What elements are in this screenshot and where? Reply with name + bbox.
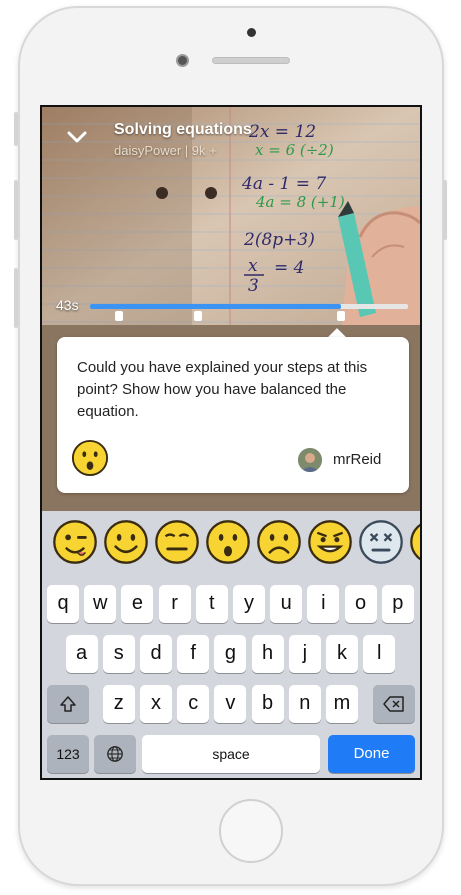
emoji-reaction-bar xyxy=(42,511,420,575)
key-d[interactable]: d xyxy=(140,635,172,673)
globe-icon[interactable] xyxy=(94,735,136,773)
phone-screen: 2x = 12 x = 6 (÷2) 4a - 1 = 7 4a = 8 (+1… xyxy=(40,105,422,780)
key-g[interactable]: g xyxy=(214,635,247,673)
key-n[interactable]: n xyxy=(288,685,321,723)
mischievous-emoji-icon[interactable] xyxy=(307,519,353,565)
key-e[interactable]: e xyxy=(121,585,154,623)
neutral-emoji-icon[interactable] xyxy=(154,519,200,565)
progress-fill xyxy=(90,304,342,309)
key-t[interactable]: t xyxy=(195,585,228,623)
author-name[interactable]: mrReid xyxy=(333,451,381,468)
winking-emoji-icon[interactable] xyxy=(52,519,98,565)
key-f[interactable]: f xyxy=(177,635,210,673)
power-button[interactable] xyxy=(443,180,447,240)
key-o[interactable]: o xyxy=(344,585,377,623)
board-line-8: = 4 xyxy=(274,258,304,278)
key-m[interactable]: m xyxy=(326,685,358,723)
onscreen-keyboard: qwertyuiop asdfghjkl zxcvbnm 123 space D… xyxy=(42,575,420,778)
video-player[interactable]: 2x = 12 x = 6 (÷2) 4a - 1 = 7 4a = 8 (+1… xyxy=(42,107,420,325)
author-avatar[interactable] xyxy=(298,448,322,472)
board-line-7: 3 xyxy=(248,276,259,296)
board-line-2: x = 6 (÷2) xyxy=(255,141,334,159)
comment-text: Could you have explained your steps at t… xyxy=(77,359,368,420)
smiling-emoji-icon[interactable] xyxy=(103,519,149,565)
volume-down-button[interactable] xyxy=(14,268,18,328)
key-c[interactable]: c xyxy=(177,685,210,723)
collapse-chevron-icon[interactable] xyxy=(64,123,90,149)
key-x[interactable]: x xyxy=(140,685,172,723)
home-button[interactable] xyxy=(219,799,283,863)
key-j[interactable]: j xyxy=(288,635,321,673)
key-r[interactable]: r xyxy=(158,585,191,623)
video-author-views[interactable]: daisyPower | 9k + xyxy=(114,143,217,158)
space-key[interactable]: space xyxy=(142,735,320,773)
key-a[interactable]: a xyxy=(65,635,98,673)
key-z[interactable]: z xyxy=(102,685,135,723)
key-y[interactable]: y xyxy=(233,585,265,623)
key-p[interactable]: p xyxy=(381,585,414,623)
comment-marker-3[interactable] xyxy=(337,311,346,321)
sad-emoji-icon[interactable] xyxy=(256,519,302,565)
board-line-4: 4a = 8 (+1) xyxy=(255,193,345,211)
surprised-emoji-icon[interactable] xyxy=(205,519,251,565)
progress-track[interactable] xyxy=(90,304,408,309)
key-b[interactable]: b xyxy=(251,685,284,723)
key-h[interactable]: h xyxy=(251,635,284,673)
backspace-key[interactable] xyxy=(373,685,415,723)
key-k[interactable]: k xyxy=(326,635,358,673)
key-i[interactable]: i xyxy=(307,585,340,623)
earpiece-speaker xyxy=(212,57,290,64)
key-w[interactable]: w xyxy=(84,585,117,623)
shift-key[interactable] xyxy=(47,685,89,723)
front-camera xyxy=(176,54,189,67)
surprised-emoji-icon[interactable] xyxy=(71,439,109,477)
board-line-3: 4a - 1 = 7 xyxy=(241,174,326,194)
dizzy-emoji-icon[interactable] xyxy=(358,519,404,565)
board-line-1: 2x = 12 xyxy=(248,122,316,142)
comment-marker-1[interactable] xyxy=(114,311,123,321)
comment-card: Could you have explained your steps at t… xyxy=(57,337,409,493)
mute-switch[interactable] xyxy=(14,112,18,146)
volume-up-button[interactable] xyxy=(14,180,18,240)
partial-emoji-icon[interactable] xyxy=(409,519,420,565)
video-frame: 2x = 12 x = 6 (÷2) 4a - 1 = 7 4a = 8 (+1… xyxy=(42,107,420,325)
key-q[interactable]: q xyxy=(47,585,79,623)
comment-marker-2[interactable] xyxy=(194,311,203,321)
video-time: 43s xyxy=(56,297,79,313)
numbers-key[interactable]: 123 xyxy=(47,735,89,773)
board-line-6: x xyxy=(248,256,258,276)
key-l[interactable]: l xyxy=(363,635,396,673)
key-u[interactable]: u xyxy=(270,585,303,623)
key-v[interactable]: v xyxy=(214,685,247,723)
done-key[interactable]: Done xyxy=(328,735,415,773)
board-line-5: 2(8p+3) xyxy=(243,230,315,250)
video-title: Solving equations xyxy=(114,121,252,138)
key-s[interactable]: s xyxy=(102,635,135,673)
camera-dot xyxy=(247,28,256,37)
